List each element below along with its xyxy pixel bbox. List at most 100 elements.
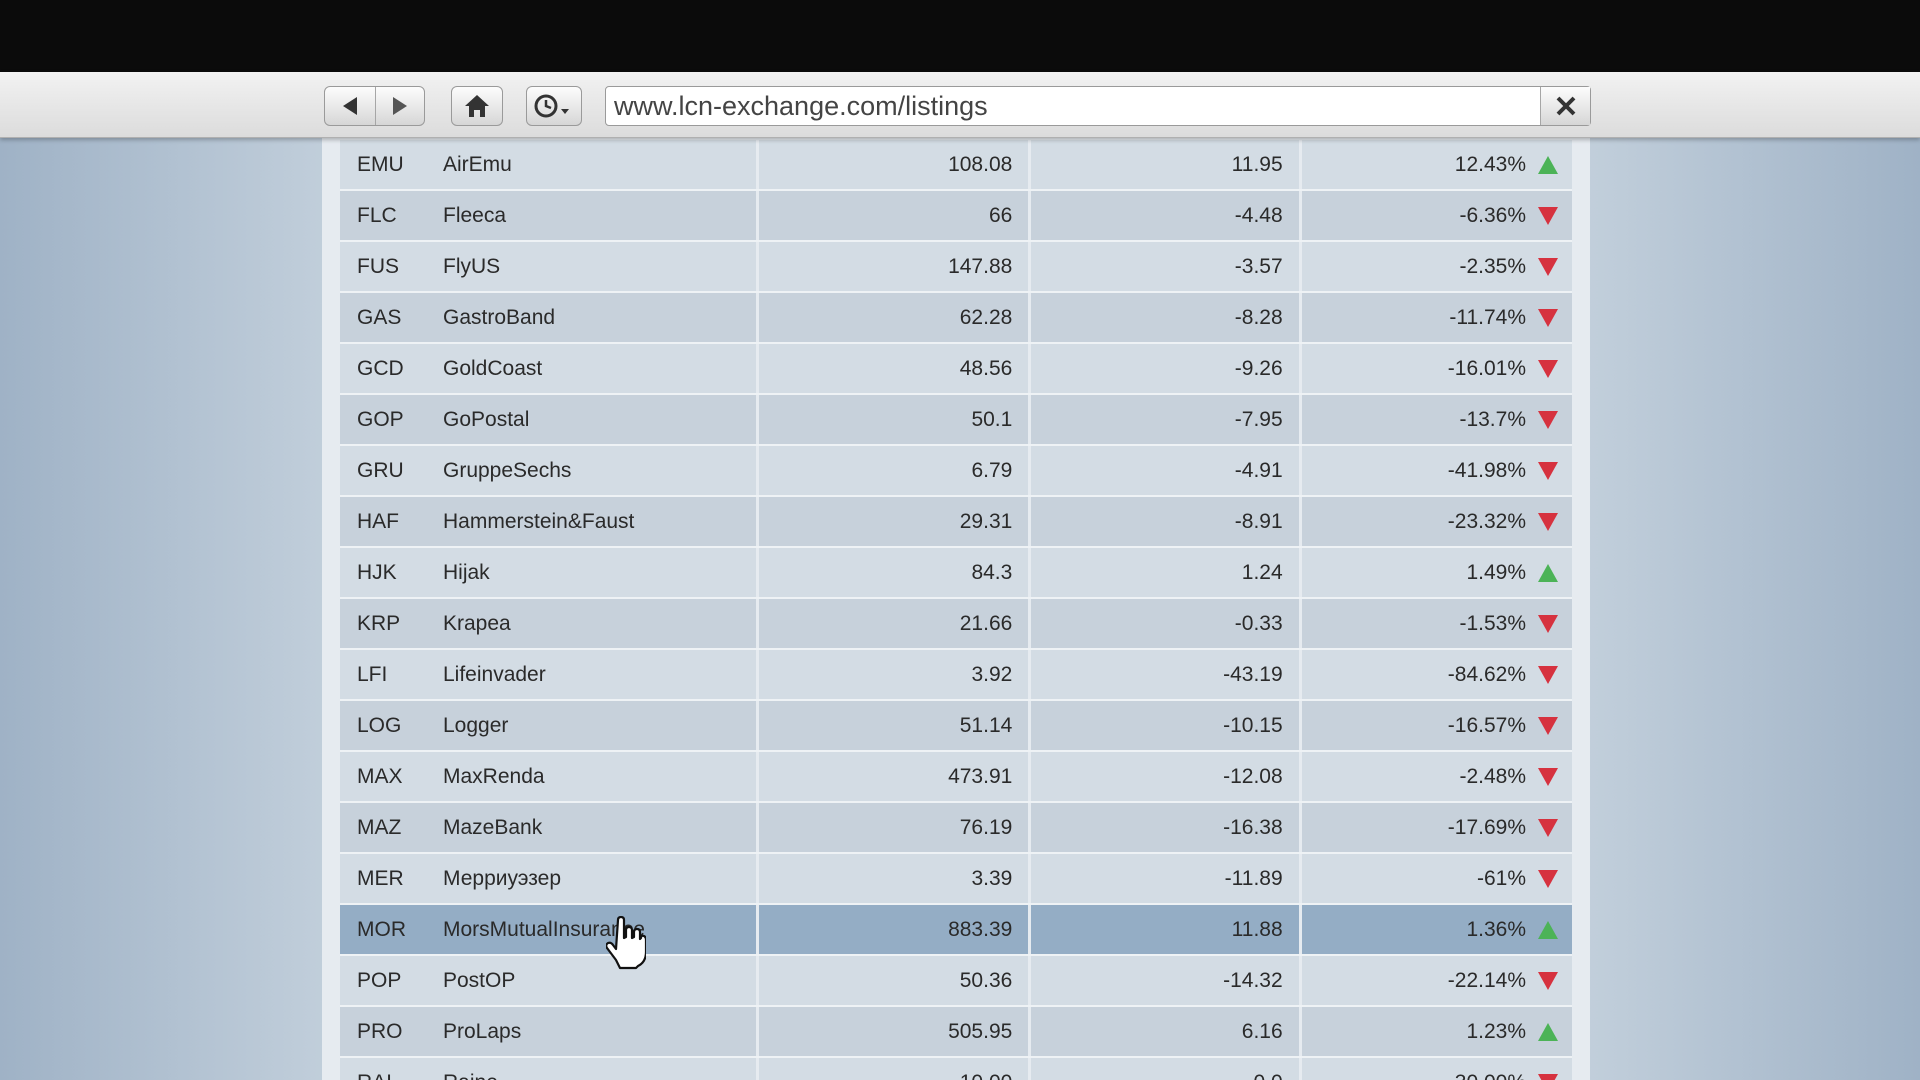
price-cell[interactable]: 48.56 xyxy=(758,344,1029,393)
percent-cell[interactable]: -13.7% xyxy=(1301,395,1572,444)
price-cell[interactable]: 76.19 xyxy=(758,803,1029,852)
change-cell[interactable]: 11.95 xyxy=(1031,140,1299,189)
listing-row[interactable]: GAS GastroBand 62.28 -8.28 -11.74% xyxy=(340,293,1572,344)
percent-cell[interactable]: 1.36% xyxy=(1301,905,1572,954)
listing-row[interactable]: RAI Raine 10.00 -0.0 -30.00% xyxy=(340,1058,1572,1080)
forward-button[interactable] xyxy=(374,87,425,125)
close-url-button[interactable] xyxy=(1540,87,1590,125)
price-cell[interactable]: 10.00 xyxy=(758,1058,1029,1080)
percent-cell[interactable]: -30.00% xyxy=(1301,1058,1572,1080)
change-cell[interactable]: -4.91 xyxy=(1031,446,1299,495)
address-bar[interactable]: www.lcn-exchange.com/listings xyxy=(605,86,1591,126)
name-cell[interactable]: PRO ProLaps xyxy=(340,1007,756,1056)
price-cell[interactable]: 50.1 xyxy=(758,395,1029,444)
name-cell[interactable]: MAX MaxRenda xyxy=(340,752,756,801)
change-cell[interactable]: -16.38 xyxy=(1031,803,1299,852)
listing-row[interactable]: FLC Fleeca 66 -4.48 -6.36% xyxy=(340,191,1572,242)
percent-cell[interactable]: -2.48% xyxy=(1301,752,1572,801)
listing-row[interactable]: EMU AirEmu 108.08 11.95 12.43% xyxy=(340,140,1572,191)
percent-cell[interactable]: -1.53% xyxy=(1301,599,1572,648)
price-cell[interactable]: 66 xyxy=(758,191,1029,240)
change-cell[interactable]: -9.26 xyxy=(1031,344,1299,393)
name-cell[interactable]: GCD GoldCoast xyxy=(340,344,756,393)
price-cell[interactable]: 147.88 xyxy=(758,242,1029,291)
percent-cell[interactable]: -2.35% xyxy=(1301,242,1572,291)
percent-cell[interactable]: -23.32% xyxy=(1301,497,1572,546)
percent-cell[interactable]: -61% xyxy=(1301,854,1572,903)
name-cell[interactable]: MAZ MazeBank xyxy=(340,803,756,852)
price-cell[interactable]: 51.14 xyxy=(758,701,1029,750)
percent-cell[interactable]: 1.23% xyxy=(1301,1007,1572,1056)
name-cell[interactable]: EMU AirEmu xyxy=(340,140,756,189)
change-cell[interactable]: -0.0 xyxy=(1031,1058,1299,1080)
price-cell[interactable]: 473.91 xyxy=(758,752,1029,801)
price-cell[interactable]: 29.31 xyxy=(758,497,1029,546)
name-cell[interactable]: GRU GruppeSechs xyxy=(340,446,756,495)
listing-row[interactable]: MER Мерриуэзер 3.39 -11.89 -61% xyxy=(340,854,1572,905)
name-cell[interactable]: LFI Lifeinvader xyxy=(340,650,756,699)
change-cell[interactable]: -8.91 xyxy=(1031,497,1299,546)
price-cell[interactable]: 505.95 xyxy=(758,1007,1029,1056)
listing-row[interactable]: POP PostOP 50.36 -14.32 -22.14% xyxy=(340,956,1572,1007)
price-cell[interactable]: 62.28 xyxy=(758,293,1029,342)
change-cell[interactable]: 11.88 xyxy=(1031,905,1299,954)
url-text[interactable]: www.lcn-exchange.com/listings xyxy=(606,91,1540,122)
name-cell[interactable]: MOR MorsMutualInsurance xyxy=(340,905,756,954)
price-cell[interactable]: 50.36 xyxy=(758,956,1029,1005)
name-cell[interactable]: LOG Logger xyxy=(340,701,756,750)
change-cell[interactable]: -7.95 xyxy=(1031,395,1299,444)
listing-row[interactable]: LOG Logger 51.14 -10.15 -16.57% xyxy=(340,701,1572,752)
name-cell[interactable]: HJK Hijak xyxy=(340,548,756,597)
percent-cell[interactable]: -17.69% xyxy=(1301,803,1572,852)
listing-row[interactable]: GRU GruppeSechs 6.79 -4.91 -41.98% xyxy=(340,446,1572,497)
percent-cell[interactable]: -16.57% xyxy=(1301,701,1572,750)
listing-row[interactable]: HJK Hijak 84.3 1.24 1.49% xyxy=(340,548,1572,599)
listing-row[interactable]: GCD GoldCoast 48.56 -9.26 -16.01% xyxy=(340,344,1572,395)
listing-row[interactable]: MAZ MazeBank 76.19 -16.38 -17.69% xyxy=(340,803,1572,854)
listing-row[interactable]: GOP GoPostal 50.1 -7.95 -13.7% xyxy=(340,395,1572,446)
listing-row[interactable]: MOR MorsMutualInsurance 883.39 11.88 1.3… xyxy=(340,905,1572,956)
price-cell[interactable]: 6.79 xyxy=(758,446,1029,495)
listing-row[interactable]: MAX MaxRenda 473.91 -12.08 -2.48% xyxy=(340,752,1572,803)
name-cell[interactable]: GAS GastroBand xyxy=(340,293,756,342)
name-cell[interactable]: MER Мерриуэзер xyxy=(340,854,756,903)
price-cell[interactable]: 3.92 xyxy=(758,650,1029,699)
change-cell[interactable]: -12.08 xyxy=(1031,752,1299,801)
name-cell[interactable]: FUS FlyUS xyxy=(340,242,756,291)
listing-row[interactable]: PRO ProLaps 505.95 6.16 1.23% xyxy=(340,1007,1572,1058)
percent-cell[interactable]: 12.43% xyxy=(1301,140,1572,189)
percent-cell[interactable]: -16.01% xyxy=(1301,344,1572,393)
listing-row[interactable]: LFI Lifeinvader 3.92 -43.19 -84.62% xyxy=(340,650,1572,701)
price-cell[interactable]: 883.39 xyxy=(758,905,1029,954)
change-cell[interactable]: -10.15 xyxy=(1031,701,1299,750)
listing-row[interactable]: FUS FlyUS 147.88 -3.57 -2.35% xyxy=(340,242,1572,293)
price-cell[interactable]: 108.08 xyxy=(758,140,1029,189)
percent-cell[interactable]: -84.62% xyxy=(1301,650,1572,699)
change-cell[interactable]: 1.24 xyxy=(1031,548,1299,597)
listing-row[interactable]: HAF Hammerstein&Faust 29.31 -8.91 -23.32… xyxy=(340,497,1572,548)
percent-cell[interactable]: -6.36% xyxy=(1301,191,1572,240)
name-cell[interactable]: POP PostOP xyxy=(340,956,756,1005)
history-button[interactable] xyxy=(527,87,581,125)
change-cell[interactable]: -43.19 xyxy=(1031,650,1299,699)
name-cell[interactable]: KRP Krapea xyxy=(340,599,756,648)
change-cell[interactable]: -11.89 xyxy=(1031,854,1299,903)
percent-cell[interactable]: -41.98% xyxy=(1301,446,1572,495)
name-cell[interactable]: HAF Hammerstein&Faust xyxy=(340,497,756,546)
back-button[interactable] xyxy=(325,87,375,125)
change-cell[interactable]: -0.33 xyxy=(1031,599,1299,648)
change-cell[interactable]: -3.57 xyxy=(1031,242,1299,291)
percent-cell[interactable]: -11.74% xyxy=(1301,293,1572,342)
percent-cell[interactable]: -22.14% xyxy=(1301,956,1572,1005)
listing-row[interactable]: KRP Krapea 21.66 -0.33 -1.53% xyxy=(340,599,1572,650)
home-button[interactable] xyxy=(452,87,502,125)
name-cell[interactable]: RAI Raine xyxy=(340,1058,756,1080)
change-cell[interactable]: 6.16 xyxy=(1031,1007,1299,1056)
change-cell[interactable]: -8.28 xyxy=(1031,293,1299,342)
change-cell[interactable]: -14.32 xyxy=(1031,956,1299,1005)
price-cell[interactable]: 21.66 xyxy=(758,599,1029,648)
price-cell[interactable]: 3.39 xyxy=(758,854,1029,903)
name-cell[interactable]: GOP GoPostal xyxy=(340,395,756,444)
name-cell[interactable]: FLC Fleeca xyxy=(340,191,756,240)
price-cell[interactable]: 84.3 xyxy=(758,548,1029,597)
